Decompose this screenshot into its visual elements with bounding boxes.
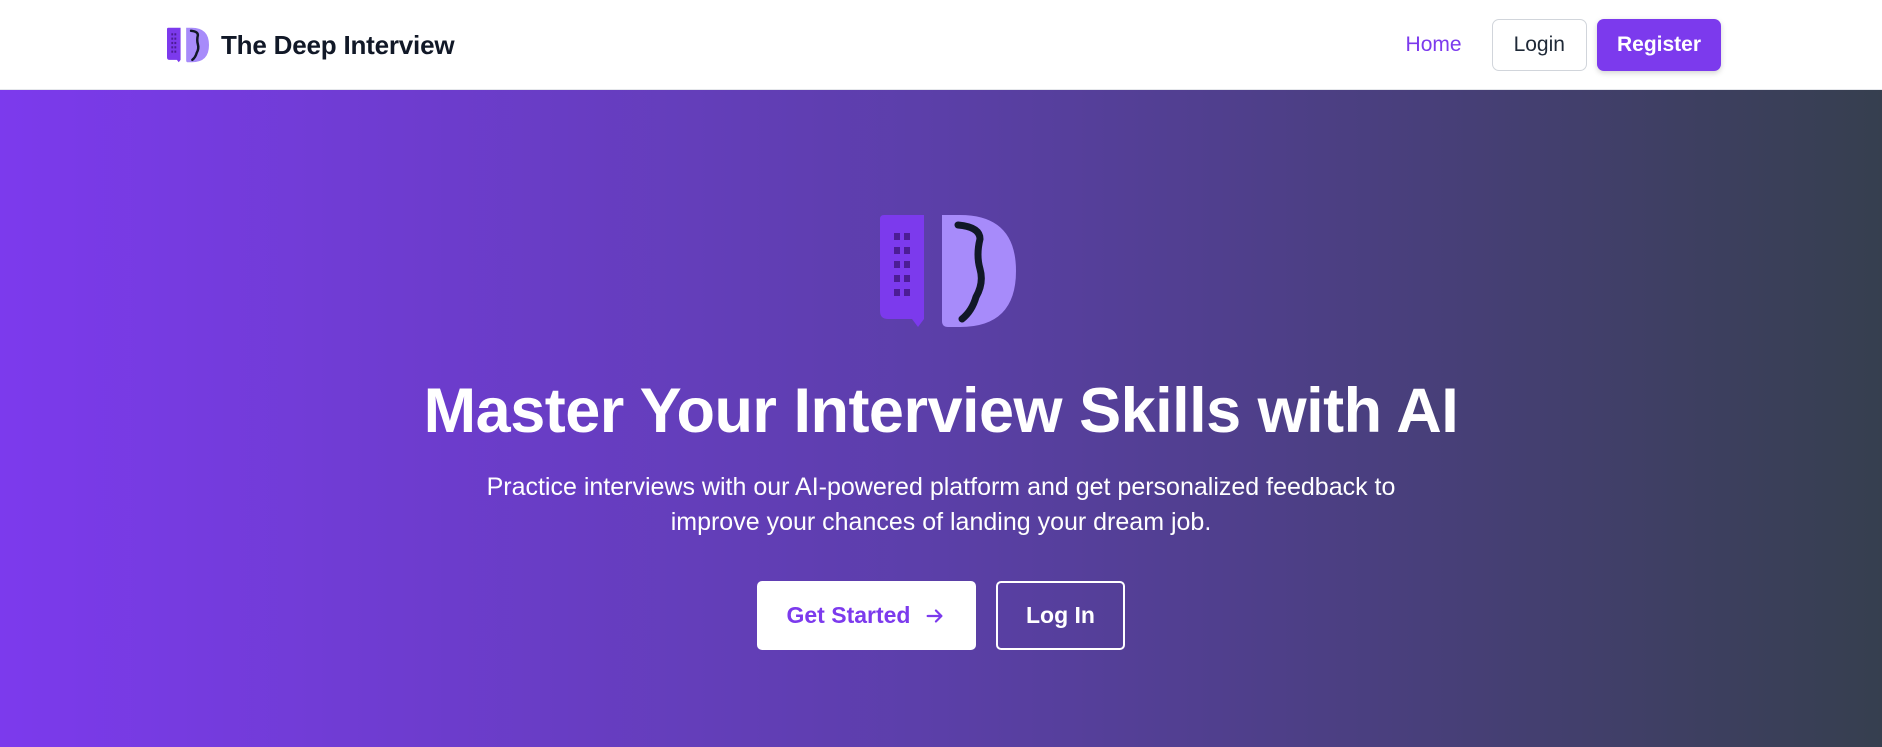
hero-section: Master Your Interview Skills with AI Pra… [0, 90, 1882, 747]
brand-logo-icon [167, 27, 209, 63]
hero-title: Master Your Interview Skills with AI [423, 376, 1459, 446]
hero-subtitle: Practice interviews with our AI-powered … [486, 473, 1396, 536]
get-started-label: Get Started [786, 602, 911, 628]
login-button[interactable]: Login [1491, 19, 1587, 71]
get-started-button[interactable]: Get Started [757, 581, 976, 650]
hero-log-in-button[interactable]: Log In [996, 581, 1125, 650]
register-button[interactable]: Register [1596, 19, 1721, 71]
brand[interactable]: The Deep Interview [167, 26, 455, 64]
nav-actions: Home Login Register [1406, 19, 1721, 71]
nav-home-link[interactable]: Home [1406, 33, 1462, 57]
hero-logo-icon [880, 215, 1016, 327]
hero-actions: Get Started Log In [0, 581, 1882, 650]
top-navbar: The Deep Interview Home Login Register [0, 0, 1882, 90]
brand-name: The Deep Interview [221, 29, 455, 60]
arrow-right-icon [927, 608, 944, 623]
